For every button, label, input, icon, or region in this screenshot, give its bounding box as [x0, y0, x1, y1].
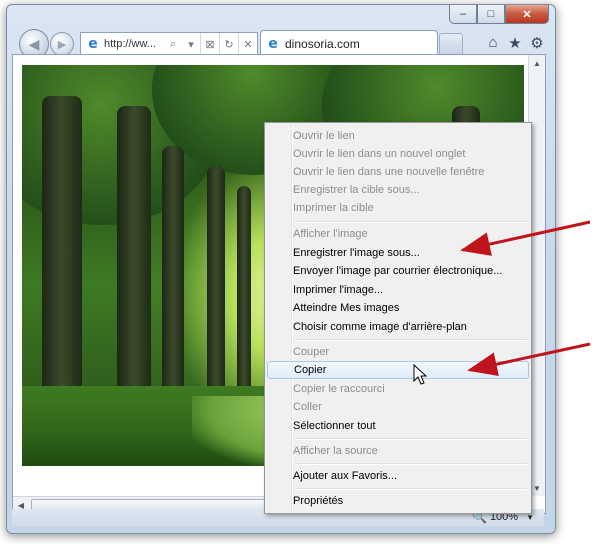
favorites-star-icon[interactable]: ★: [507, 34, 523, 52]
address-dropdown-icon[interactable]: ▾: [182, 33, 200, 55]
tab-ie-icon: e: [268, 36, 278, 52]
tree-trunk: [237, 186, 251, 406]
menu-item-open-link-new-tab[interactable]: Ouvrir le lien dans un nouvel onglet: [267, 145, 529, 163]
context-menu: Ouvrir le lien Ouvrir le lien dans un no…: [264, 122, 532, 514]
menu-item-print-target[interactable]: Imprimer la cible: [267, 199, 529, 217]
new-tab-button[interactable]: [439, 33, 463, 55]
menu-item-select-all[interactable]: Sélectionner tout: [267, 417, 529, 435]
menu-item-paste[interactable]: Coller: [267, 398, 529, 416]
menu-item-add-to-favorites[interactable]: Ajouter aux Favoris...: [267, 467, 529, 485]
stop-icon[interactable]: ✕: [238, 33, 257, 55]
address-input[interactable]: http://ww...: [104, 38, 164, 50]
menu-item-email-image[interactable]: Envoyer l'image par courrier électroniqu…: [267, 262, 529, 280]
scroll-up-icon[interactable]: ▲: [529, 55, 545, 71]
gear-icon[interactable]: ⚙: [529, 34, 545, 52]
close-window-button[interactable]: ✕: [505, 5, 549, 24]
maximize-button[interactable]: □: [477, 5, 505, 24]
menu-item-save-image-as[interactable]: Enregistrer l'image sous...: [267, 244, 529, 262]
menu-separator: [295, 438, 527, 440]
menu-item-cut[interactable]: Couper: [267, 343, 529, 361]
menu-item-view-source[interactable]: Afficher la source: [267, 442, 529, 460]
menu-item-save-target-as[interactable]: Enregistrer la cible sous...: [267, 181, 529, 199]
menu-item-go-to-my-pictures[interactable]: Atteindre Mes images: [267, 299, 529, 317]
menu-item-print-image[interactable]: Imprimer l'image...: [267, 281, 529, 299]
menu-item-set-as-background[interactable]: Choisir comme image d'arrière-plan: [267, 318, 529, 336]
menu-item-copy[interactable]: Copier: [267, 361, 529, 379]
menu-item-open-link-new-window[interactable]: Ouvrir le lien dans une nouvelle fenêtre: [267, 163, 529, 181]
menu-separator: [295, 488, 527, 490]
menu-separator: [295, 339, 527, 341]
home-icon[interactable]: ⌂: [485, 34, 501, 52]
menu-separator: [295, 463, 527, 465]
forward-arrow-icon: ▶: [57, 38, 67, 51]
caption-buttons: – □ ✕: [449, 5, 549, 24]
menu-item-copy-shortcut[interactable]: Copier le raccourci: [267, 380, 529, 398]
menu-item-open-link[interactable]: Ouvrir le lien: [267, 127, 529, 145]
forward-button[interactable]: ▶: [50, 32, 74, 56]
ie-page-icon: e: [88, 36, 98, 52]
tab-title: dinosoria.com: [285, 37, 360, 51]
compatibility-view-icon[interactable]: ⊠: [200, 33, 219, 55]
minimize-button[interactable]: –: [449, 5, 477, 24]
toolbar-icons: ⌂ ★ ⚙: [485, 34, 545, 52]
tree-trunk: [162, 146, 184, 406]
address-bar[interactable]: e http://ww... ⌕ ▾ ⊠ ↻ ✕: [80, 32, 258, 56]
back-arrow-icon: ◀: [28, 35, 40, 52]
menu-separator: [295, 221, 527, 223]
arrow-pointer-icon: [413, 364, 428, 385]
tab-dinosoria[interactable]: e dinosoria.com: [260, 30, 438, 57]
menu-item-properties[interactable]: Propriétés: [267, 492, 529, 510]
tree-trunk: [207, 166, 225, 406]
tree-trunk: [42, 96, 82, 406]
search-icon[interactable]: ⌕: [164, 33, 182, 55]
menu-item-show-image[interactable]: Afficher l'image: [267, 225, 529, 243]
refresh-icon[interactable]: ↻: [219, 33, 238, 55]
tree-trunk: [117, 106, 151, 406]
